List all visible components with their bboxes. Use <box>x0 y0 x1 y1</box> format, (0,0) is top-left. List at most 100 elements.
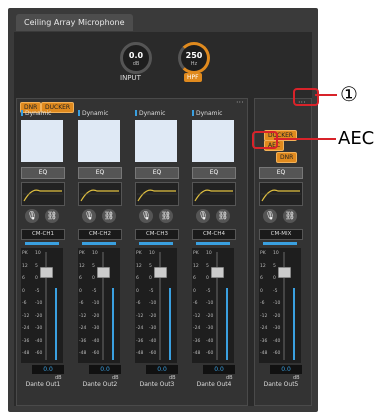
callout-line-aec <box>274 138 336 140</box>
fader-tick: -10 <box>149 301 157 306</box>
fader-tick: -60 <box>92 351 100 356</box>
fader-tick: 0 <box>206 276 209 281</box>
annotation-aec: AEC <box>338 128 375 149</box>
hpf-knob[interactable]: 250 Hz <box>178 42 210 74</box>
scale-tick: -24 <box>193 326 201 331</box>
window-tab[interactable]: Ceiling Array Microphone <box>16 14 133 31</box>
fader-handle[interactable] <box>211 267 224 278</box>
scale-tick: 6 <box>193 276 196 281</box>
fader-area: PK 12 6 0 -6 -12 -24 -36 -48 10 5 0 -5 -10 -20 -30 -40 -6… <box>259 248 301 363</box>
fader-value[interactable]: 0.0 <box>88 364 122 375</box>
fader-handle[interactable] <box>278 267 291 278</box>
input-gain-value: 0.0 <box>128 51 144 60</box>
fader-handle[interactable] <box>97 267 110 278</box>
output-name: Dante Out5 <box>263 381 299 388</box>
mic-icon[interactable]: 🎙 <box>139 209 153 223</box>
scale-tick: -36 <box>260 338 268 344</box>
fader-tick: 10 <box>35 251 41 256</box>
link-icon[interactable]: ⛓ <box>216 209 230 223</box>
fader-value[interactable]: 0.0 <box>202 364 236 375</box>
fader-tick: -10 <box>35 301 43 306</box>
scale-tick: -48 <box>136 351 144 356</box>
scale-tick: -12 <box>260 313 268 319</box>
fader-handle[interactable] <box>154 267 167 278</box>
channel-name[interactable]: CM-CH2 <box>78 229 122 240</box>
scale-tick: 0 <box>260 288 263 294</box>
fader-tick: 5 <box>273 263 276 269</box>
fader-tick: -5 <box>149 288 154 294</box>
fader-tick: -10 <box>273 301 281 306</box>
eq-curve[interactable] <box>192 182 236 206</box>
channel-name[interactable]: CM-CH3 <box>135 229 179 240</box>
meter-scale: PK 12 6 0 -6 -12 -24 -36 -48 <box>192 248 206 363</box>
fader-tick: -20 <box>35 313 43 319</box>
output-name: Dante Out1 <box>25 381 61 388</box>
fader-tick: 5 <box>206 263 209 269</box>
mic-icon[interactable]: 🎙 <box>82 209 96 223</box>
fader-tick: 5 <box>92 263 95 269</box>
input-gain-knob[interactable]: 0.0 dB <box>120 42 152 74</box>
fader-tick: -30 <box>273 326 281 331</box>
link-icon[interactable]: ⛓ <box>102 209 116 223</box>
fader-tick: 0 <box>149 276 152 281</box>
channel-strip: Dynamic EQ 🎙 ⛓ CM-CH4 PK 12 6 0 -6 -12 -24 -36 -48 10 5… <box>190 110 238 405</box>
mic-icon[interactable]: 🎙 <box>25 209 39 223</box>
fader-tick: 0 <box>92 276 95 281</box>
link-icon[interactable]: ⛓ <box>159 209 173 223</box>
eq-button[interactable]: EQ <box>259 167 303 179</box>
scale-tick: -6 <box>260 301 265 306</box>
scale-tick: -24 <box>22 326 30 331</box>
scale-tick: -6 <box>136 301 141 306</box>
channel-type: Dynamic <box>78 110 108 117</box>
hpf-button[interactable]: HPF <box>184 73 202 82</box>
fader-value[interactable]: 0.0 <box>145 364 179 375</box>
mix-channel: EQ 🎙 ⛓ CM-MIX PK 12 6 0 -6 -12 -24 -36 -48 10 5 0 -5 -10 -… <box>257 110 305 405</box>
level-indicator <box>139 242 173 245</box>
scale-tick: -36 <box>193 338 201 344</box>
channel-name[interactable]: CM-CH4 <box>192 229 236 240</box>
hpf-unit: Hz <box>190 61 198 67</box>
fader-tick: -20 <box>206 313 214 319</box>
fader-tick: -30 <box>92 326 100 331</box>
link-icon[interactable]: ⛓ <box>45 209 59 223</box>
eq-curve[interactable] <box>21 182 65 206</box>
channel-name[interactable]: CM-CH1 <box>21 229 65 240</box>
callout-line-1 <box>315 94 337 96</box>
output-name: Dante Out2 <box>82 381 118 388</box>
eq-button[interactable]: EQ <box>21 167 65 179</box>
scale-tick: -36 <box>22 338 30 344</box>
group-menu-icon[interactable]: ··· <box>236 98 244 107</box>
fader-handle[interactable] <box>40 267 53 278</box>
fader-tick: 10 <box>206 251 212 256</box>
fader-tick: -60 <box>206 351 214 356</box>
channel-meter-box <box>192 120 234 162</box>
scale-tick: -48 <box>193 351 201 356</box>
channel-name[interactable]: CM-MIX <box>259 229 303 240</box>
output-meter <box>112 288 114 360</box>
scale-tick: 6 <box>22 276 25 281</box>
fader-area: PK 12 6 0 -6 -12 -24 -36 -48 10 5 0 -5 -10 -20 -30 -40 -6… <box>135 248 177 363</box>
fader-tick: -5 <box>206 288 211 294</box>
meter-scale: PK 12 6 0 -6 -12 -24 -36 -48 <box>21 248 35 363</box>
scale-tick: -12 <box>79 313 87 319</box>
eq-button[interactable]: EQ <box>78 167 122 179</box>
eq-curve[interactable] <box>259 182 303 206</box>
fader-value[interactable]: 0.0 <box>269 364 303 375</box>
eq-curve[interactable] <box>135 182 179 206</box>
fader-value[interactable]: 0.0 <box>31 364 65 375</box>
eq-button[interactable]: EQ <box>192 167 236 179</box>
scale-tick: PK <box>260 251 266 256</box>
fader-tick: 10 <box>273 251 279 256</box>
scale-tick: -6 <box>22 301 27 306</box>
fader-tick: 5 <box>149 263 152 269</box>
scale-tick: 0 <box>22 288 25 294</box>
mic-icon[interactable]: 🎙 <box>263 209 277 223</box>
fader-tick: -20 <box>149 313 157 319</box>
link-icon[interactable]: ⛓ <box>283 209 297 223</box>
eq-curve[interactable] <box>78 182 122 206</box>
mic-icon[interactable]: 🎙 <box>196 209 210 223</box>
eq-button[interactable]: EQ <box>135 167 179 179</box>
channel-strip: Dynamic EQ 🎙 ⛓ CM-CH3 PK 12 6 0 -6 -12 -24 -36 -48 10 5… <box>133 110 181 405</box>
fader-tick: -5 <box>273 288 278 294</box>
dots-highlight <box>293 88 319 106</box>
